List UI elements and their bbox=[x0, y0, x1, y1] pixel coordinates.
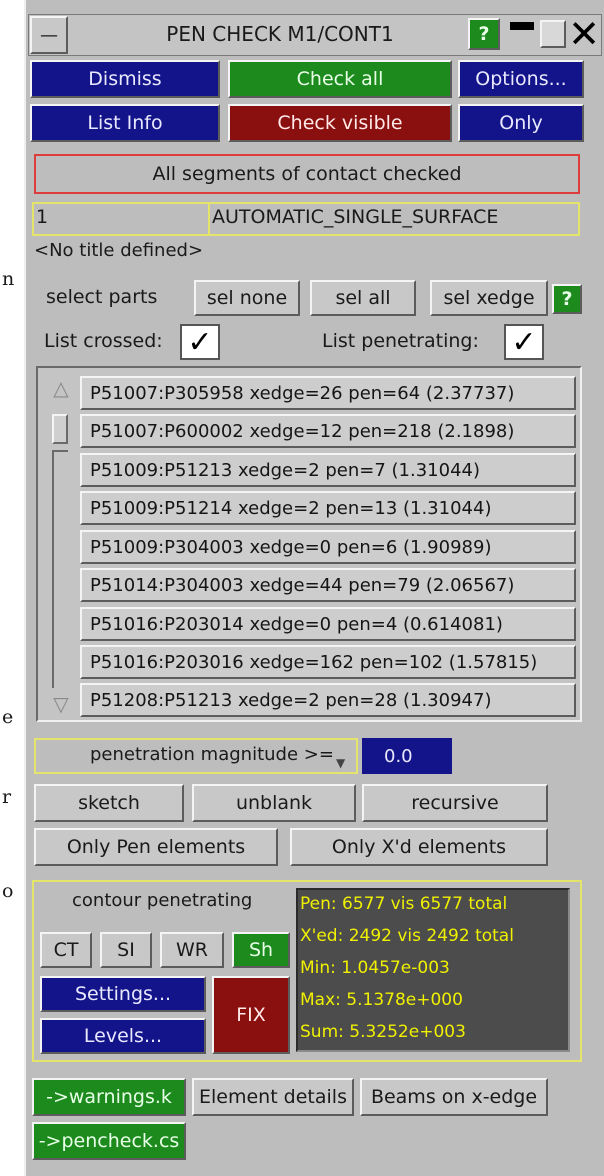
minimize-icon[interactable] bbox=[510, 22, 534, 30]
only-pen-elements-button[interactable]: Only Pen elements bbox=[34, 828, 278, 866]
sel-all-button[interactable]: sel all bbox=[310, 280, 416, 316]
list-item[interactable]: P51009:P51214 xedge=2 pen=13 (1.31044) bbox=[80, 491, 576, 525]
check-all-button[interactable]: Check all bbox=[228, 60, 452, 98]
dismiss-button[interactable]: Dismiss bbox=[30, 60, 220, 98]
window-title: PEN CHECK M1/CONT1 bbox=[166, 22, 394, 46]
contact-title: <No title defined> bbox=[34, 240, 204, 261]
list-info-button[interactable]: List Info bbox=[30, 104, 220, 142]
background-text-fragment: e bbox=[2, 706, 14, 728]
beams-on-x-edge-button[interactable]: Beams on x-edge bbox=[360, 1078, 548, 1116]
wr-button[interactable]: WR bbox=[160, 932, 224, 968]
penetration-magnitude-label: penetration magnitude >= bbox=[90, 744, 334, 765]
sh-button[interactable]: Sh bbox=[232, 932, 290, 968]
scroll-up-icon[interactable]: △ bbox=[50, 378, 72, 398]
list-crossed-label: List crossed: bbox=[44, 330, 163, 352]
only-button[interactable]: Only bbox=[458, 104, 584, 142]
contour-penetrating-label: contour penetrating bbox=[72, 890, 253, 911]
ct-button[interactable]: CT bbox=[40, 932, 92, 968]
list-penetrating-checkbox[interactable]: ✓ bbox=[504, 324, 544, 360]
list-crossed-checkbox[interactable]: ✓ bbox=[180, 324, 220, 360]
only-xd-elements-button[interactable]: Only X'd elements bbox=[290, 828, 548, 866]
si-button[interactable]: SI bbox=[100, 932, 152, 968]
scroll-down-icon[interactable]: ▽ bbox=[50, 694, 72, 714]
recursive-button[interactable]: recursive bbox=[362, 784, 548, 822]
parts-help-button[interactable]: ? bbox=[552, 284, 582, 314]
sel-none-button[interactable]: sel none bbox=[194, 280, 300, 316]
contact-type: AUTOMATIC_SINGLE_SURFACE bbox=[212, 206, 499, 228]
check-visible-button[interactable]: Check visible bbox=[228, 104, 452, 142]
dropdown-arrow-icon: ▼ bbox=[336, 756, 346, 770]
pencheck-file-button[interactable]: ->pencheck.cs bbox=[32, 1122, 186, 1160]
list-item[interactable]: P51007:P305958 xedge=26 pen=64 (2.37737) bbox=[80, 376, 576, 410]
list-item[interactable]: P51009:P51213 xedge=2 pen=7 (1.31044) bbox=[80, 453, 576, 487]
maximize-icon[interactable] bbox=[540, 20, 566, 48]
list-item[interactable]: P51208:P51213 xedge=2 pen=28 (1.30947) bbox=[80, 683, 576, 717]
background-text-fragment: n bbox=[2, 268, 15, 290]
unblank-button[interactable]: unblank bbox=[192, 784, 356, 822]
select-parts-label: select parts bbox=[46, 286, 158, 308]
settings-button[interactable]: Settings... bbox=[40, 976, 206, 1012]
window-menu-button[interactable]: — bbox=[30, 16, 68, 54]
sel-xedge-button[interactable]: sel xedge bbox=[430, 280, 548, 316]
list-item[interactable]: P51009:P304003 xedge=0 pen=6 (1.90989) bbox=[80, 530, 576, 564]
help-button[interactable]: ? bbox=[468, 18, 500, 50]
stats-xed: X'ed: 2492 vis 2492 total bbox=[300, 926, 514, 946]
levels-button[interactable]: Levels... bbox=[40, 1018, 206, 1054]
stats-pen: Pen: 6577 vis 6577 total bbox=[300, 894, 508, 914]
element-details-button[interactable]: Element details bbox=[192, 1078, 354, 1116]
stats-sum: Sum: 5.3252e+003 bbox=[300, 1022, 466, 1042]
sketch-button[interactable]: sketch bbox=[34, 784, 184, 822]
background-text-fragment: o bbox=[2, 880, 14, 902]
background-text-fragment: r bbox=[2, 786, 12, 808]
list-penetrating-label: List penetrating: bbox=[322, 330, 479, 352]
checkmark-icon: ✓ bbox=[511, 324, 537, 360]
close-icon[interactable]: ✕ bbox=[568, 14, 600, 54]
list-item[interactable]: P51014:P304003 xedge=44 pen=79 (2.06567) bbox=[80, 568, 576, 602]
stats-min: Min: 1.0457e-003 bbox=[300, 958, 450, 978]
contact-divider bbox=[208, 204, 210, 234]
contact-id: 1 bbox=[36, 206, 49, 228]
checkmark-icon: ✓ bbox=[187, 324, 213, 360]
list-item[interactable]: P51016:P203016 xedge=162 pen=102 (1.5781… bbox=[80, 645, 576, 679]
penetration-magnitude-input[interactable]: 0.0 bbox=[362, 738, 452, 774]
list-item[interactable]: P51016:P203014 xedge=0 pen=4 (0.614081) bbox=[80, 607, 576, 641]
scrollbar-thumb[interactable] bbox=[52, 414, 68, 444]
status-message: All segments of contact checked bbox=[34, 154, 580, 194]
fix-button[interactable]: FIX bbox=[212, 976, 290, 1054]
list-item[interactable]: P51007:P600002 xedge=12 pen=218 (2.1898) bbox=[80, 414, 576, 448]
scrollbar-track[interactable] bbox=[52, 450, 68, 688]
stats-max: Max: 5.1378e+000 bbox=[300, 990, 463, 1010]
warnings-file-button[interactable]: ->warnings.k bbox=[32, 1078, 186, 1116]
options-button[interactable]: Options... bbox=[458, 60, 584, 98]
